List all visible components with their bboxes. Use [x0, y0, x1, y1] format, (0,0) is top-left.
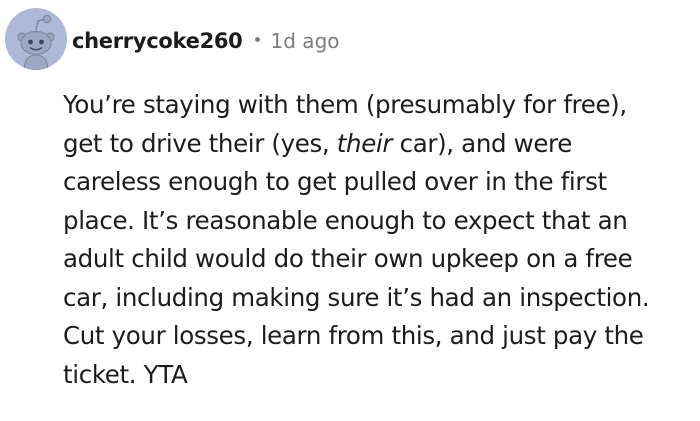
comment-text: place. It’s reasonable enough to expect …: [63, 205, 628, 235]
comment-text: car, including making sure it’s had an i…: [63, 282, 650, 312]
comment-text: adult child would do their own upkeep on…: [63, 244, 633, 273]
comment-line: place. It’s reasonable enough to expect …: [63, 202, 693, 241]
separator-dot: •: [252, 31, 263, 51]
comment-line: ticket. YTA: [63, 356, 693, 395]
comment-body: You’re staying with them (presumably for…: [63, 86, 693, 394]
comment-text: ticket. YTA: [63, 359, 188, 389]
timestamp[interactable]: 1d ago: [271, 29, 340, 53]
comment-text: get to drive their (yes,: [63, 128, 337, 158]
comment: cherrycoke260 • 1d ago You’re staying wi…: [0, 0, 700, 421]
comment-line: car, including making sure it’s had an i…: [63, 279, 693, 318]
comment-text: careless enough to get pulled over in th…: [63, 167, 607, 196]
reddit-snoo-avatar-icon: [17, 14, 55, 70]
comment-line: get to drive their (yes, their car), and…: [63, 125, 693, 164]
comment-text: Cut your losses, learn from this, and ju…: [63, 321, 644, 350]
avatar[interactable]: [5, 8, 67, 70]
comment-text: You’re staying with them (presumably for…: [63, 90, 627, 119]
comment-line: careless enough to get pulled over in th…: [63, 163, 693, 202]
comment-line: Cut your losses, learn from this, and ju…: [63, 317, 693, 356]
comment-text: car), and were: [392, 128, 573, 158]
emphasis-text: their: [336, 128, 393, 158]
username-link[interactable]: cherrycoke260: [72, 29, 243, 53]
comment-line: adult child would do their own upkeep on…: [63, 240, 693, 279]
comment-header: cherrycoke260 • 1d ago: [72, 26, 340, 56]
comment-line: You’re staying with them (presumably for…: [63, 86, 693, 125]
